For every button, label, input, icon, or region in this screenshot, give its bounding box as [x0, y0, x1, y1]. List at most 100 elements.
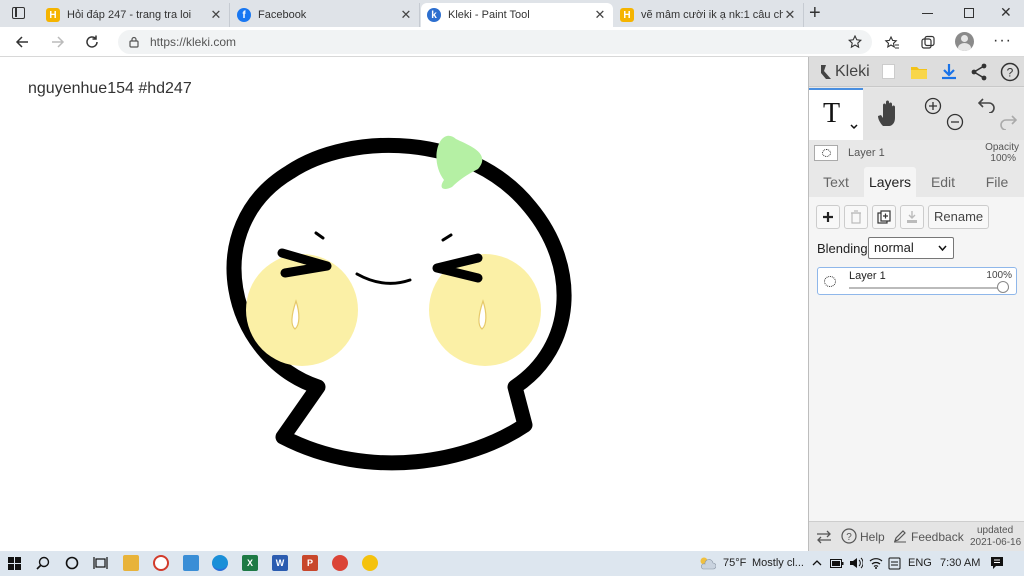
- delete-layer-button[interactable]: [844, 205, 868, 229]
- hoidap-favicon: H: [46, 8, 60, 22]
- updated-date: 2021-06-16: [970, 537, 1022, 548]
- layer-opacity-slider[interactable]: [849, 287, 1009, 289]
- add-layer-button[interactable]: [816, 205, 840, 229]
- redo-icon[interactable]: [999, 114, 1017, 130]
- tab-facebook[interactable]: f Facebook ✕: [231, 3, 420, 27]
- text-tool-button[interactable]: T: [809, 88, 863, 140]
- reload-button[interactable]: [83, 33, 101, 51]
- share-icon[interactable]: [970, 63, 988, 81]
- task-view-icon[interactable]: [93, 556, 108, 570]
- close-window-icon[interactable]: ✕: [1000, 4, 1012, 21]
- restore-icon[interactable]: [964, 8, 974, 18]
- search-icon[interactable]: [36, 556, 50, 570]
- chevron-down-icon[interactable]: [849, 122, 859, 132]
- close-icon[interactable]: ✕: [399, 7, 413, 23]
- chrome-alt-icon[interactable]: [362, 555, 378, 571]
- wifi-icon[interactable]: [869, 557, 883, 569]
- layer-thumbnail: [824, 276, 836, 287]
- back-button[interactable]: [13, 33, 31, 51]
- undo-icon[interactable]: [978, 97, 996, 113]
- url-text: https://kleki.com: [150, 35, 237, 49]
- minimize-icon[interactable]: [922, 13, 933, 14]
- windows-start-icon[interactable]: [8, 557, 21, 570]
- panel-footer: ? Help Feedback updated 2021-06-16: [809, 521, 1024, 551]
- weather-text[interactable]: Mostly cl...: [752, 557, 804, 569]
- lock-icon: [129, 36, 139, 48]
- profile-avatar[interactable]: [955, 32, 974, 51]
- hand-icon[interactable]: [876, 100, 902, 128]
- layer-list-item[interactable]: Layer 1 100%: [817, 267, 1017, 295]
- app-red-icon[interactable]: [153, 555, 169, 571]
- plus-icon: [823, 212, 833, 222]
- weather-cloud-icon: [700, 557, 716, 570]
- file-explorer-icon[interactable]: [123, 555, 139, 571]
- word-icon[interactable]: W: [272, 555, 288, 571]
- new-image-icon[interactable]: [882, 64, 895, 79]
- tab-layers[interactable]: Layers: [864, 167, 916, 197]
- tab-kleki[interactable]: k Kleki - Paint Tool ✕: [421, 3, 613, 27]
- rename-layer-button[interactable]: Rename: [928, 205, 990, 229]
- collections-icon[interactable]: [920, 35, 936, 51]
- volume-icon[interactable]: [849, 557, 863, 569]
- open-folder-icon[interactable]: [910, 64, 928, 80]
- cortana-icon[interactable]: [65, 556, 79, 570]
- forward-button[interactable]: [49, 33, 67, 51]
- layer-thumbnail[interactable]: [814, 145, 838, 161]
- temperature-text: 75°F: [723, 557, 747, 569]
- tab-hoidap[interactable]: H Hỏi đáp 247 - trang tra loi ✕: [40, 3, 230, 27]
- language-indicator[interactable]: ENG: [908, 557, 932, 569]
- notifications-icon[interactable]: [990, 556, 1004, 570]
- blending-select[interactable]: normal: [868, 237, 954, 259]
- kleki-logo-icon: [821, 65, 831, 79]
- merge-layer-button[interactable]: [900, 205, 924, 229]
- edge-browser-icon[interactable]: [212, 555, 228, 571]
- url-field[interactable]: https://kleki.com: [118, 30, 872, 54]
- zoom-in-icon[interactable]: [924, 97, 942, 115]
- close-icon[interactable]: ✕: [209, 7, 223, 23]
- help-circle-icon: ?: [841, 528, 857, 544]
- add-favorite-icon[interactable]: [848, 35, 862, 49]
- favorites-icon[interactable]: [884, 35, 900, 51]
- chrome-icon[interactable]: [332, 555, 348, 571]
- keyboard-ime-icon[interactable]: [888, 557, 901, 570]
- kleki-logo-text: Kleki: [835, 63, 870, 80]
- tab-title: Kleki - Paint Tool: [448, 9, 530, 21]
- updated-label: updated: [977, 525, 1014, 536]
- tab-text[interactable]: Text: [809, 167, 863, 197]
- arrow-right-icon: [52, 36, 65, 48]
- new-tab-button[interactable]: +: [809, 2, 821, 25]
- feedback-link[interactable]: Feedback: [911, 530, 964, 544]
- hoidap-favicon: H: [620, 8, 634, 22]
- tab-hoidap-question[interactable]: H vẽ mâm cười ik ạ nk:1 câu chuyện ✕: [614, 3, 804, 27]
- chevron-up-icon[interactable]: [812, 559, 822, 567]
- more-menu-icon[interactable]: ···: [993, 32, 1012, 50]
- tab-file[interactable]: File: [970, 167, 1024, 197]
- download-icon[interactable]: [940, 63, 958, 81]
- tab-actions-icon[interactable]: [12, 7, 25, 19]
- layer-opacity-slider-handle[interactable]: [997, 281, 1009, 293]
- excel-icon[interactable]: X: [242, 555, 258, 571]
- help-link[interactable]: Help: [860, 530, 885, 544]
- duplicate-layer-button[interactable]: [872, 205, 896, 229]
- close-icon[interactable]: ✕: [783, 7, 797, 23]
- monitor-app-icon[interactable]: [183, 555, 199, 571]
- drawing-canvas[interactable]: nguyenhue154 #hd247: [0, 57, 808, 551]
- swap-side-icon[interactable]: [816, 530, 832, 544]
- chevron-down-icon: [938, 245, 947, 252]
- powerpoint-icon[interactable]: P: [302, 555, 318, 571]
- panel-header: Kleki ?: [809, 57, 1024, 87]
- merge-down-icon: [907, 211, 917, 223]
- svg-text:?: ?: [1007, 66, 1014, 80]
- tab-edit[interactable]: Edit: [917, 167, 969, 197]
- browser-tab-bar: H Hỏi đáp 247 - trang tra loi ✕ f Facebo…: [0, 0, 1024, 27]
- tool-row: T: [809, 88, 1024, 140]
- current-layer-name: Layer 1: [848, 147, 885, 159]
- zoom-out-icon[interactable]: [946, 113, 964, 131]
- help-icon[interactable]: ?: [1000, 62, 1020, 82]
- windows-taskbar: X W P 75°F Mostly cl... ENG 7:30 AM: [0, 551, 1024, 576]
- battery-icon[interactable]: [830, 559, 844, 568]
- clock-time[interactable]: 7:30 AM: [940, 557, 980, 569]
- arrow-left-icon: [15, 36, 28, 48]
- text-tool-glyph: T: [823, 98, 841, 129]
- close-icon[interactable]: ✕: [593, 7, 607, 23]
